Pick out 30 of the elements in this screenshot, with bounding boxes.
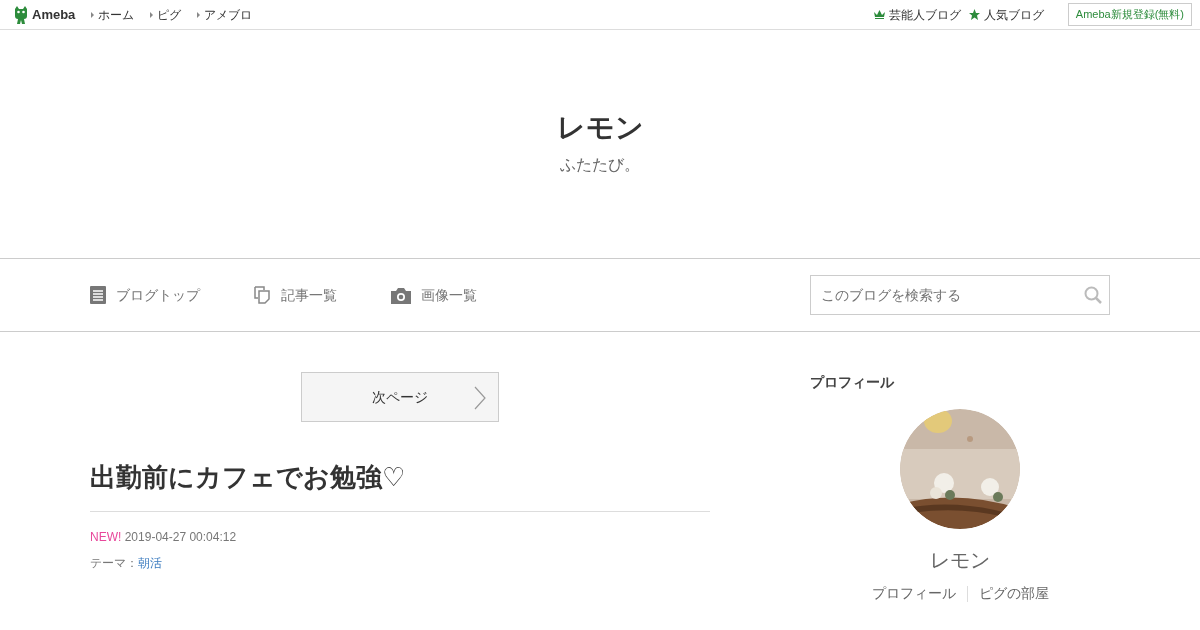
search-field[interactable]: このブログを検索する xyxy=(810,275,1110,315)
crown-icon xyxy=(873,10,885,19)
ameba-logo[interactable]: Ameba xyxy=(14,4,76,25)
blog-title[interactable]: レモン xyxy=(556,111,644,145)
article-title[interactable]: 出勤前にカフェでお勉強♡ xyxy=(90,462,710,513)
nav-link[interactable]: ブログトップ xyxy=(90,284,200,306)
document-icon xyxy=(90,286,106,304)
topbar-link[interactable]: ピグ xyxy=(150,5,182,24)
nav-link[interactable]: 記事一覧 xyxy=(254,284,337,306)
star-icon xyxy=(968,9,980,20)
camera-icon xyxy=(391,286,411,304)
theme-link[interactable]: 朝活 xyxy=(138,556,162,571)
copy-icon xyxy=(254,286,271,304)
topbar-link[interactable]: アメブロ xyxy=(197,5,253,24)
profile-link[interactable]: ピグの部屋 xyxy=(978,583,1049,604)
blog-subtitle: ふたたび。 xyxy=(560,153,640,176)
new-label: NEW! xyxy=(90,530,122,545)
profile-name[interactable]: レモン xyxy=(930,545,990,575)
theme-label: テーマ： xyxy=(90,556,138,571)
signup-button[interactable]: Ameba新規登録(無料) xyxy=(1067,3,1192,26)
topbar-link[interactable]: 人気ブログ xyxy=(968,5,1044,24)
nav-link[interactable]: 画像一覧 xyxy=(391,284,477,306)
profile-link[interactable]: プロフィール xyxy=(871,583,956,604)
frog-icon xyxy=(14,5,28,24)
next-page-button[interactable]: 次ページ xyxy=(301,372,499,422)
topbar-link[interactable]: ホーム xyxy=(91,5,135,24)
chevron-right-icon xyxy=(474,386,486,410)
topbar-link[interactable]: 芸能人ブログ xyxy=(873,5,961,24)
post-date: 2019-04-27 00:04:12 xyxy=(124,530,237,545)
profile-heading: プロフィール xyxy=(810,373,895,392)
